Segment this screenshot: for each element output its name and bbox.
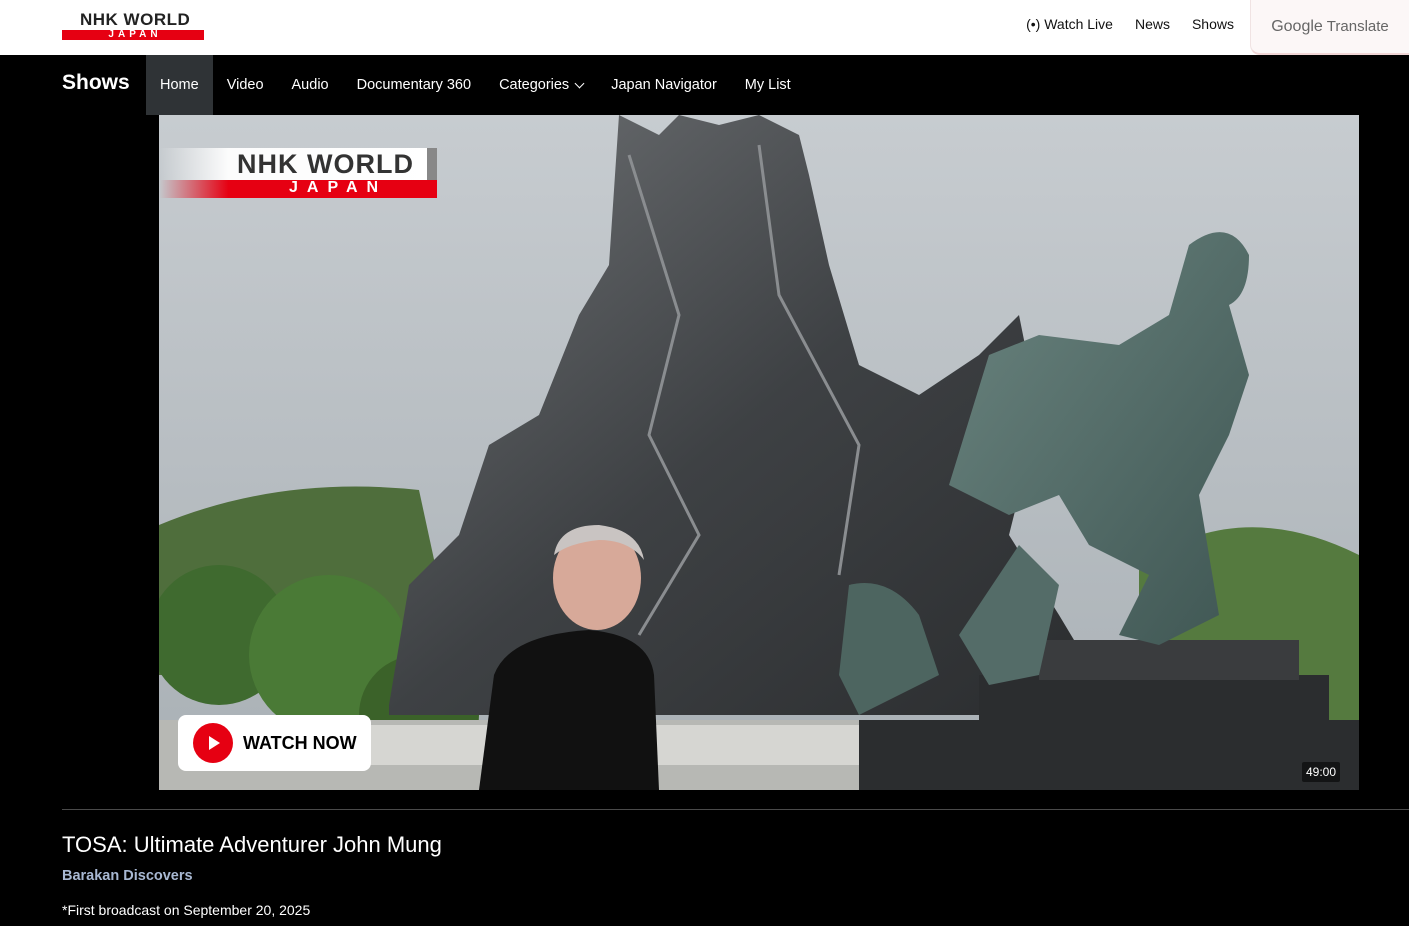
hero-logo-subtext: JAPAN xyxy=(289,179,388,196)
nav-video-label: Video xyxy=(226,77,264,93)
nhk-world-logo[interactable]: NHK WORLD JAPAN xyxy=(62,10,204,41)
shows-nav: Shows Home Video Audio Documentary 360 C… xyxy=(0,55,1409,115)
duration-badge: 49:00 xyxy=(1302,762,1341,782)
google-translate-widget[interactable]: Google Translate xyxy=(1250,0,1409,55)
logo-wordmark: NHK WORLD xyxy=(80,10,191,29)
nav-my-list[interactable]: My List xyxy=(731,55,805,115)
shows-link[interactable]: Shows xyxy=(1192,16,1234,32)
hero-video-thumbnail[interactable]: NHK WORLD JAPAN WATCH NOW 49:00 xyxy=(159,115,1359,790)
play-triangle xyxy=(209,736,220,750)
top-header: NHK WORLD JAPAN (•) Watch Live News Show… xyxy=(0,0,1409,55)
nav-documentary-label: Documentary 360 xyxy=(356,77,472,93)
watch-live-link[interactable]: (•) Watch Live xyxy=(1026,16,1113,32)
nav-home[interactable]: Home xyxy=(146,55,213,115)
nav-japan-navigator[interactable]: Japan Navigator xyxy=(597,55,731,115)
nav-my-list-label: My List xyxy=(744,77,791,93)
program-link[interactable]: Barakan Discovers xyxy=(62,868,193,884)
nav-audio-label: Audio xyxy=(291,77,329,93)
top-nav: (•) Watch Live News Shows xyxy=(1026,16,1234,32)
nav-documentary-360[interactable]: Documentary 360 xyxy=(343,55,485,115)
logo-subtext: JAPAN xyxy=(108,29,162,40)
live-broadcast-icon: (•) xyxy=(1026,16,1041,32)
hero-scene-image xyxy=(159,115,1359,790)
watch-live-label: Watch Live xyxy=(1044,16,1113,32)
hero-logo-wordmark: NHK WORLD xyxy=(237,149,414,179)
watch-now-label: WATCH NOW xyxy=(243,732,357,753)
hero-logo-edge xyxy=(427,148,437,180)
news-link[interactable]: News xyxy=(1135,16,1170,32)
hero-channel-logo: NHK WORLD JAPAN xyxy=(159,148,437,198)
nav-categories[interactable]: Categories xyxy=(485,55,597,115)
nav-audio[interactable]: Audio xyxy=(278,55,343,115)
chevron-down-icon xyxy=(574,78,585,88)
episode-title: TOSA: Ultimate Adventurer John Mung xyxy=(62,832,442,857)
shows-nav-items: Home Video Audio Documentary 360 Categor… xyxy=(146,55,805,115)
play-icon xyxy=(193,723,233,763)
nav-japan-navigator-label: Japan Navigator xyxy=(611,77,717,93)
google-logo: Google xyxy=(1271,17,1323,35)
content-divider xyxy=(62,809,1409,810)
nav-video[interactable]: Video xyxy=(213,55,278,115)
nav-categories-label: Categories xyxy=(499,77,570,93)
nav-home-label: Home xyxy=(160,77,199,93)
watch-now-button[interactable]: WATCH NOW xyxy=(178,715,371,771)
shows-title[interactable]: Shows xyxy=(62,71,130,95)
broadcast-date: *First broadcast on September 20, 2025 xyxy=(62,902,311,918)
translate-label: Translate xyxy=(1326,18,1389,35)
